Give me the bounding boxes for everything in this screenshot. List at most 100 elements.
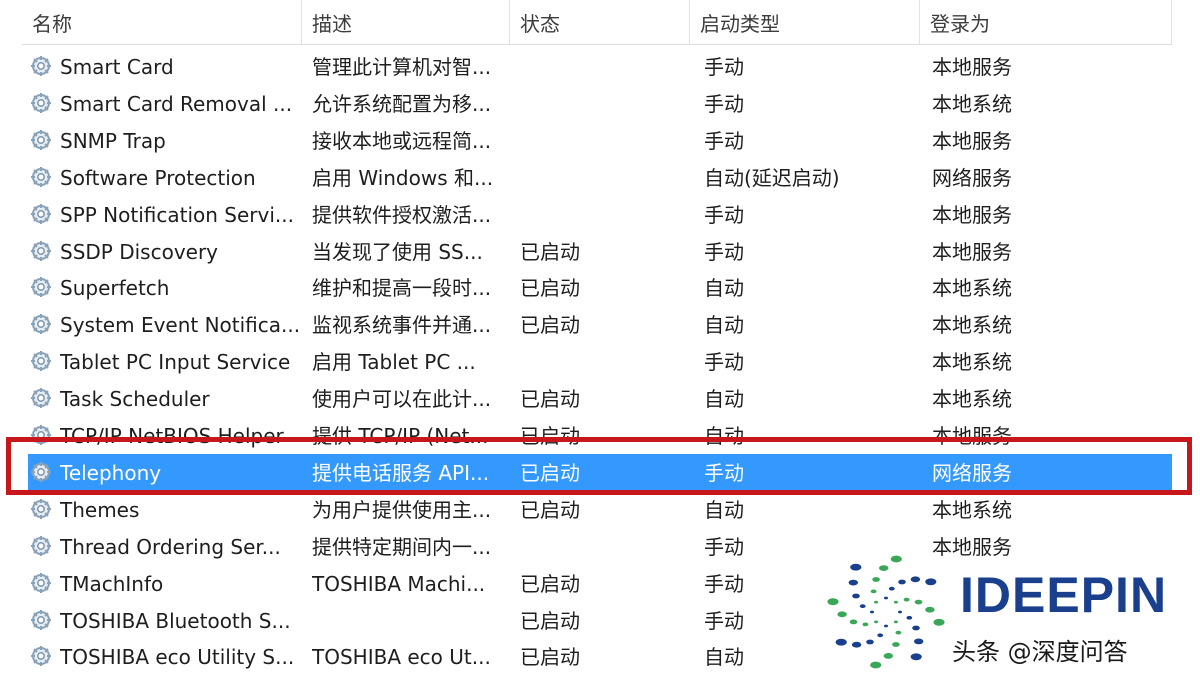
service-logon-as: 本地服务: [932, 202, 1012, 227]
service-gear-icon: [30, 92, 52, 114]
service-gear-icon: [30, 498, 52, 520]
service-logon-as: 网络服务: [932, 460, 1012, 485]
service-gear-icon: [30, 424, 52, 446]
logo-dot: [870, 589, 877, 594]
logo-dot: [874, 620, 879, 624]
table-row[interactable]: Themes 为用户提供使用主... 已启动 自动 本地系统: [22, 491, 1172, 528]
logo-dot: [888, 586, 895, 591]
service-status: 已启动: [520, 497, 580, 522]
logo-dot: [912, 625, 920, 631]
service-gear-icon: [30, 572, 52, 594]
column-header-status-label: 状态: [520, 12, 560, 36]
service-name: TCP/IP NetBIOS Helper: [60, 424, 284, 448]
service-description: 管理此计算机对智...: [312, 55, 492, 79]
table-row[interactable]: SNMP Trap 接收本地或远程简... 手动 本地服务: [22, 122, 1172, 159]
service-name: Thread Ordering Ser...: [60, 534, 281, 559]
service-name: Superfetch: [60, 276, 170, 301]
column-header-logon-as[interactable]: 登录为: [920, 0, 1172, 44]
service-status: 已启动: [520, 239, 580, 264]
service-name: Task Scheduler: [60, 387, 210, 412]
service-name: SPP Notification Servi...: [60, 202, 294, 227]
service-gear-icon: [30, 129, 52, 151]
service-description: 维护和提高一段时...: [312, 276, 492, 301]
service-logon-as: 本地系统: [932, 313, 1012, 338]
table-row[interactable]: Superfetch 维护和提高一段时... 已启动 自动 本地系统: [22, 269, 1172, 306]
service-gear-icon: [30, 313, 52, 335]
service-description: 使用户可以在此计...: [312, 387, 492, 412]
service-startup-type: 自动: [704, 387, 744, 412]
table-row[interactable]: Tablet PC Input Service 启用 Tablet PC ... 手…: [22, 343, 1172, 380]
service-startup-type: 自动: [704, 276, 744, 301]
service-name: Software Protection: [60, 165, 256, 190]
service-startup-type: 手动: [704, 239, 744, 264]
logo-dot: [877, 633, 884, 638]
service-logon-as: 本地系统: [932, 91, 1012, 116]
service-status: 已启动: [520, 571, 580, 596]
table-row[interactable]: SPP Notification Servi... 提供软件授权激活... 手动 本地…: [22, 196, 1172, 233]
logo-dot: [879, 565, 889, 571]
service-startup-type: 手动: [704, 202, 744, 227]
service-description: 接收本地或远程简...: [312, 128, 492, 153]
logo-dot: [895, 630, 902, 635]
service-name: SNMP Trap: [60, 128, 166, 153]
service-gear-icon: [30, 350, 52, 372]
table-row[interactable]: Software Protection 启用 Windows 和... 自动(延迟启…: [22, 159, 1172, 196]
table-row[interactable]: Task Scheduler 使用户可以在此计... 已启动 自动 本地系统: [22, 380, 1172, 417]
logo-dot: [903, 597, 910, 602]
logo-dot: [910, 576, 921, 583]
logo-dot: [933, 618, 945, 626]
service-name: TMachInfo: [60, 571, 164, 596]
column-header-description[interactable]: 描述: [302, 0, 510, 44]
table-row[interactable]: TCP/IP NetBIOS Helper 提供 TCP/IP (Net... 已启…: [22, 417, 1172, 454]
service-logon-as: 本地服务: [932, 128, 1012, 153]
pinwheel-logo-icon: [827, 555, 945, 669]
logo-dot: [870, 661, 882, 669]
service-startup-type: 自动: [704, 497, 744, 522]
table-row[interactable]: Smart Card 管理此计算机对智... 手动 本地服务: [22, 48, 1172, 85]
column-header-logon-as-label: 登录为: [930, 12, 990, 36]
service-gear-icon: [30, 461, 52, 483]
service-description: 提供特定期间内一...: [312, 534, 492, 559]
table-row[interactable]: System Event Notifica... 监视系统事件并通... 已启动 自动…: [22, 306, 1172, 343]
logo-dot: [850, 563, 862, 571]
service-description: 监视系统事件并通...: [312, 313, 492, 338]
logo-dot: [859, 604, 866, 609]
logo-dot: [893, 600, 898, 604]
service-logon-as: 本地系统: [932, 350, 1012, 375]
column-header: 名称 ˄ 描述 状态 启动类型 登录为: [22, 0, 1172, 45]
service-description: 为用户提供使用主...: [312, 497, 492, 522]
logo-dot: [874, 600, 879, 604]
table-row[interactable]: SSDP Discovery 当发现了使用 SS... 已启动 手动 本地服务: [22, 233, 1172, 270]
service-description: 启用 Tablet PC ...: [312, 350, 476, 375]
service-status: 已启动: [520, 387, 580, 412]
service-startup-type: 手动: [704, 460, 744, 485]
logo-dot: [898, 610, 902, 614]
table-row-selected[interactable]: Telephony 提供电话服务 API... 已启动 手动 网络服务: [22, 453, 1172, 491]
service-description: 提供电话服务 API...: [312, 460, 490, 485]
service-logon-as: 本地服务: [932, 239, 1012, 264]
service-name: Telephony: [60, 460, 162, 485]
service-logon-as: 本地服务: [932, 55, 1012, 79]
logo-dot: [848, 579, 858, 586]
service-description: 允许系统配置为移...: [312, 91, 492, 116]
service-description: 启用 Windows 和...: [312, 165, 494, 190]
logo-dot: [893, 620, 898, 624]
service-startup-type: 自动(延迟启动): [704, 165, 840, 190]
service-description: 当发现了使用 SS...: [312, 239, 483, 264]
service-gear-icon: [30, 166, 52, 188]
logo-dot: [872, 577, 880, 582]
service-logon-as: 本地系统: [932, 497, 1012, 522]
column-header-status[interactable]: 状态: [510, 0, 690, 44]
table-row[interactable]: Smart Card Removal ... 允许系统配置为移... 手动 本地系统: [22, 85, 1172, 122]
service-startup-type: 自动: [704, 424, 744, 448]
service-name: Tablet PC Input Service: [60, 350, 291, 375]
service-description: 提供软件授权激活...: [312, 202, 492, 227]
service-gear-icon: [30, 203, 52, 225]
service-status: [520, 85, 680, 122]
logo-dot: [892, 642, 900, 647]
service-logon-as: 本地系统: [932, 387, 1012, 412]
service-gear-icon: [30, 276, 52, 298]
column-header-startup-type[interactable]: 启动类型: [690, 0, 920, 44]
column-header-name[interactable]: 名称 ˄: [22, 0, 302, 44]
logo-dot: [906, 615, 913, 620]
